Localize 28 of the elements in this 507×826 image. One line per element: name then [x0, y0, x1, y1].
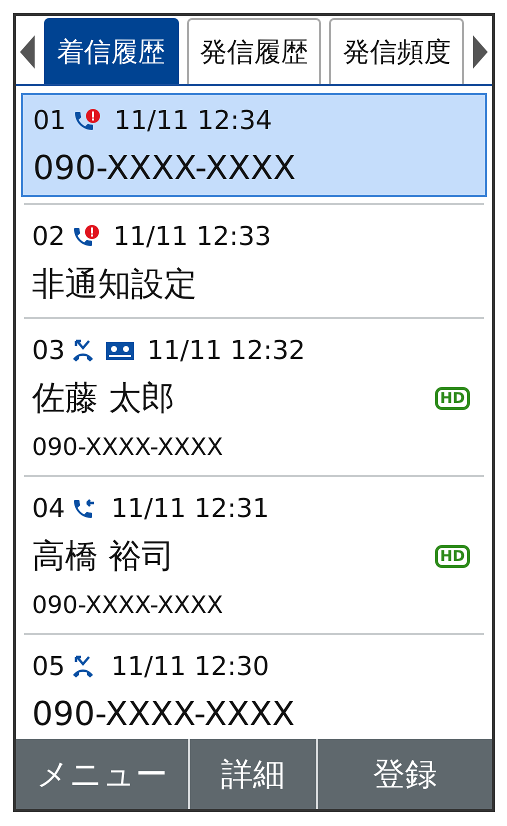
hd-badge: HD — [434, 544, 470, 568]
item-number: 01 — [33, 105, 66, 138]
caller-name: 非通知設定 — [32, 263, 197, 305]
call-time: 11/11 12:31 — [111, 493, 270, 526]
caller-name: 090-XXXX-XXXX — [32, 693, 295, 735]
left-arrow-icon[interactable] — [20, 35, 36, 69]
item-number: 03 — [32, 335, 66, 368]
tab[interactable]: 発信履歴 — [186, 18, 322, 84]
hd-badge: HD — [434, 386, 470, 410]
right-arrow-icon[interactable] — [472, 35, 488, 69]
phone-number: 090-XXXX-XXXX — [32, 432, 224, 463]
caller-name: 高橋 裕司 — [32, 535, 174, 577]
call-time: 11/11 12:30 — [111, 651, 270, 684]
item-number: 05 — [32, 651, 66, 684]
tab[interactable]: 発信頻度 — [329, 18, 464, 84]
caller-name: 090-XXXX-XXXX — [33, 147, 296, 189]
call-log-item[interactable]: 03 11/11 12:32 佐藤 太郎 HD 090-XXXX-XXXX — [24, 319, 484, 477]
call-time: 11/11 12:32 — [147, 335, 306, 368]
tab[interactable]: 着信履歴 — [44, 18, 179, 84]
item-number: 04 — [32, 493, 66, 526]
call-time: 11/11 12:33 — [113, 221, 272, 254]
caller-name: 佐藤 太郎 — [32, 377, 174, 419]
call-log-item[interactable]: 01 11/11 12:34 090-XXXX-XXXX — [21, 93, 487, 197]
phone-number: 090-XXXX-XXXX — [32, 590, 224, 621]
call-log-item[interactable]: 02 11/11 12:33 非通知設定 — [24, 203, 484, 319]
call-time: 11/11 12:34 — [114, 105, 272, 138]
item-number: 02 — [32, 221, 66, 254]
call-log-item[interactable]: 04 11/11 12:31 高橋 裕司 HD 090-XXXX-XXXX — [24, 477, 484, 635]
